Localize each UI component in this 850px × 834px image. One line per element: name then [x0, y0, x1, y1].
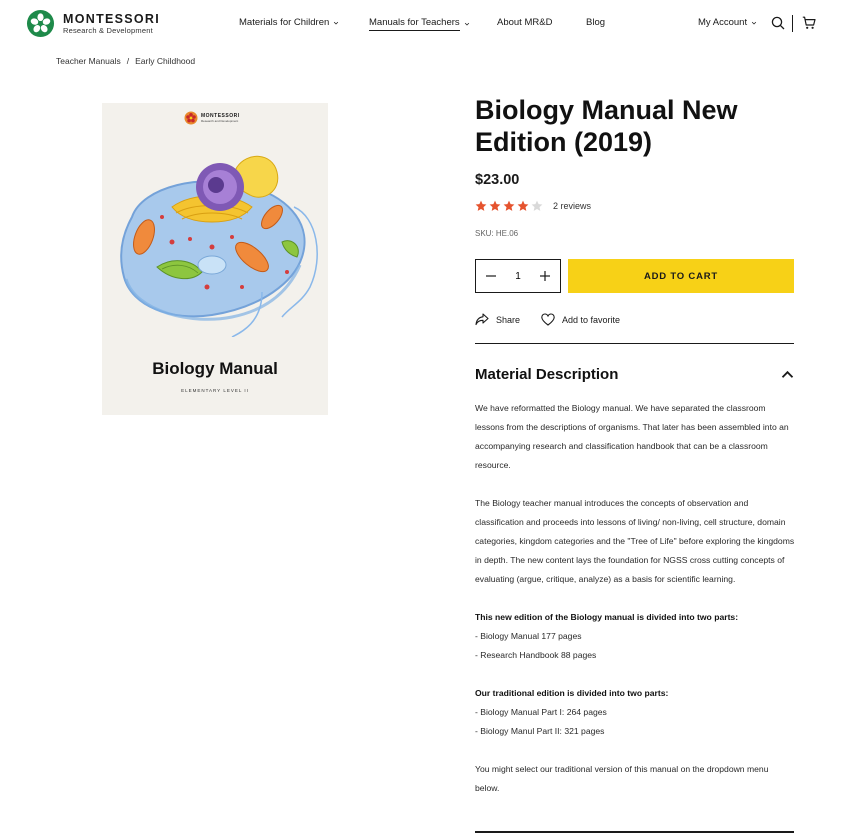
my-account-menu[interactable]: My Account: [698, 17, 757, 28]
quantity-input[interactable]: [503, 270, 533, 282]
site-logo[interactable]: MONTESSORI Research & Development: [26, 9, 160, 38]
share-label: Share: [496, 314, 521, 325]
divider: [475, 831, 794, 833]
cell-illustration: [120, 155, 318, 337]
search-icon[interactable]: [771, 16, 785, 30]
new-edition-heading: This new edition of the Biology manual i…: [475, 612, 739, 622]
decrement-button[interactable]: [484, 269, 498, 283]
header-divider: [792, 15, 793, 32]
nav-about[interactable]: About MR&D: [497, 17, 552, 28]
chevron-down-icon: [334, 21, 339, 25]
add-to-cart-button[interactable]: ADD TO CART: [568, 259, 794, 293]
description-accordion-header[interactable]: Material Description: [475, 366, 794, 383]
plus-icon: [540, 271, 550, 281]
star-filled-icon: [503, 200, 515, 211]
product-price: $23.00: [475, 172, 520, 188]
star-filled-icon: [489, 200, 501, 211]
chevron-down-icon: [751, 21, 757, 25]
product-image[interactable]: MONTESSORI Research and Development Biol…: [102, 103, 328, 415]
add-to-favorite-button[interactable]: Add to favorite: [541, 313, 620, 326]
favorite-label: Add to favorite: [562, 314, 621, 325]
share-icon: [475, 313, 489, 326]
list-item: - Research Handbook 88 pages: [475, 650, 597, 660]
nav-label: Manuals for Teachers: [369, 17, 460, 31]
nav-label: Materials for Children: [239, 17, 330, 28]
cover-level: ELEMENTARY LEVEL II: [181, 388, 249, 393]
description-heading: Material Description: [475, 366, 619, 383]
quantity-stepper: [475, 259, 561, 293]
star-empty-icon: [531, 200, 543, 211]
star-filled-icon: [475, 200, 487, 211]
list-item: - Biology Manual Part I: 264 pages: [475, 707, 607, 717]
reviews-link[interactable]: 2 reviews: [553, 201, 591, 211]
rating-stars: [475, 200, 543, 212]
cover-title: Biology Manual: [152, 359, 278, 378]
logo-title: MONTESSORI: [63, 11, 161, 26]
nav-label: About MR&D: [497, 17, 553, 28]
share-button[interactable]: Share: [475, 313, 520, 326]
nav-blog[interactable]: Blog: [586, 17, 605, 28]
product-rating: 2 reviews: [475, 200, 591, 212]
description-body: We have reformatted the Biology manual. …: [475, 399, 795, 798]
minus-icon: [486, 275, 496, 277]
logo-tagline: Research & Development: [63, 26, 153, 35]
cover-logo: MONTESSORI Research and Development: [184, 111, 240, 125]
chevron-down-icon: [464, 22, 469, 26]
breadcrumb-early-childhood[interactable]: Early Childhood: [135, 56, 195, 66]
divider: [475, 343, 794, 344]
product-title: Biology Manual New Edition (2019): [475, 95, 738, 157]
account-label: My Account: [698, 17, 748, 28]
increment-button[interactable]: [538, 269, 552, 283]
chevron-up-icon: [781, 370, 794, 378]
list-item: - Biology Manul Part II: 321 pages: [475, 726, 605, 736]
site-header: MONTESSORI Research & Development Materi…: [0, 0, 850, 48]
heart-icon: [541, 313, 555, 326]
cart-icon[interactable]: [802, 16, 816, 30]
product-sku: SKU: HE.06: [475, 229, 519, 238]
breadcrumb-teacher-manuals[interactable]: Teacher Manuals: [56, 56, 121, 66]
description-paragraph: You might select our traditional version…: [475, 764, 769, 793]
list-item: - Biology Manual 177 pages: [475, 631, 582, 641]
breadcrumb-separator: /: [126, 56, 130, 66]
description-paragraph: We have reformatted the Biology manual. …: [475, 403, 789, 470]
nav-label: Blog: [586, 17, 606, 28]
nav-materials-for-children[interactable]: Materials for Children: [239, 17, 339, 28]
cover-logo-flower-icon: [184, 111, 198, 125]
nav-manuals-for-teachers[interactable]: Manuals for Teachers: [369, 17, 470, 31]
cover-brand-sub: Research and Development: [201, 118, 239, 123]
description-paragraph: The Biology teacher manual introduces th…: [475, 498, 795, 584]
logo-flower-icon: [26, 9, 55, 38]
traditional-edition-heading: Our traditional edition is divided into …: [475, 688, 669, 698]
star-filled-icon: [517, 200, 529, 211]
breadcrumb: Teacher Manuals / Early Childhood: [56, 56, 195, 66]
